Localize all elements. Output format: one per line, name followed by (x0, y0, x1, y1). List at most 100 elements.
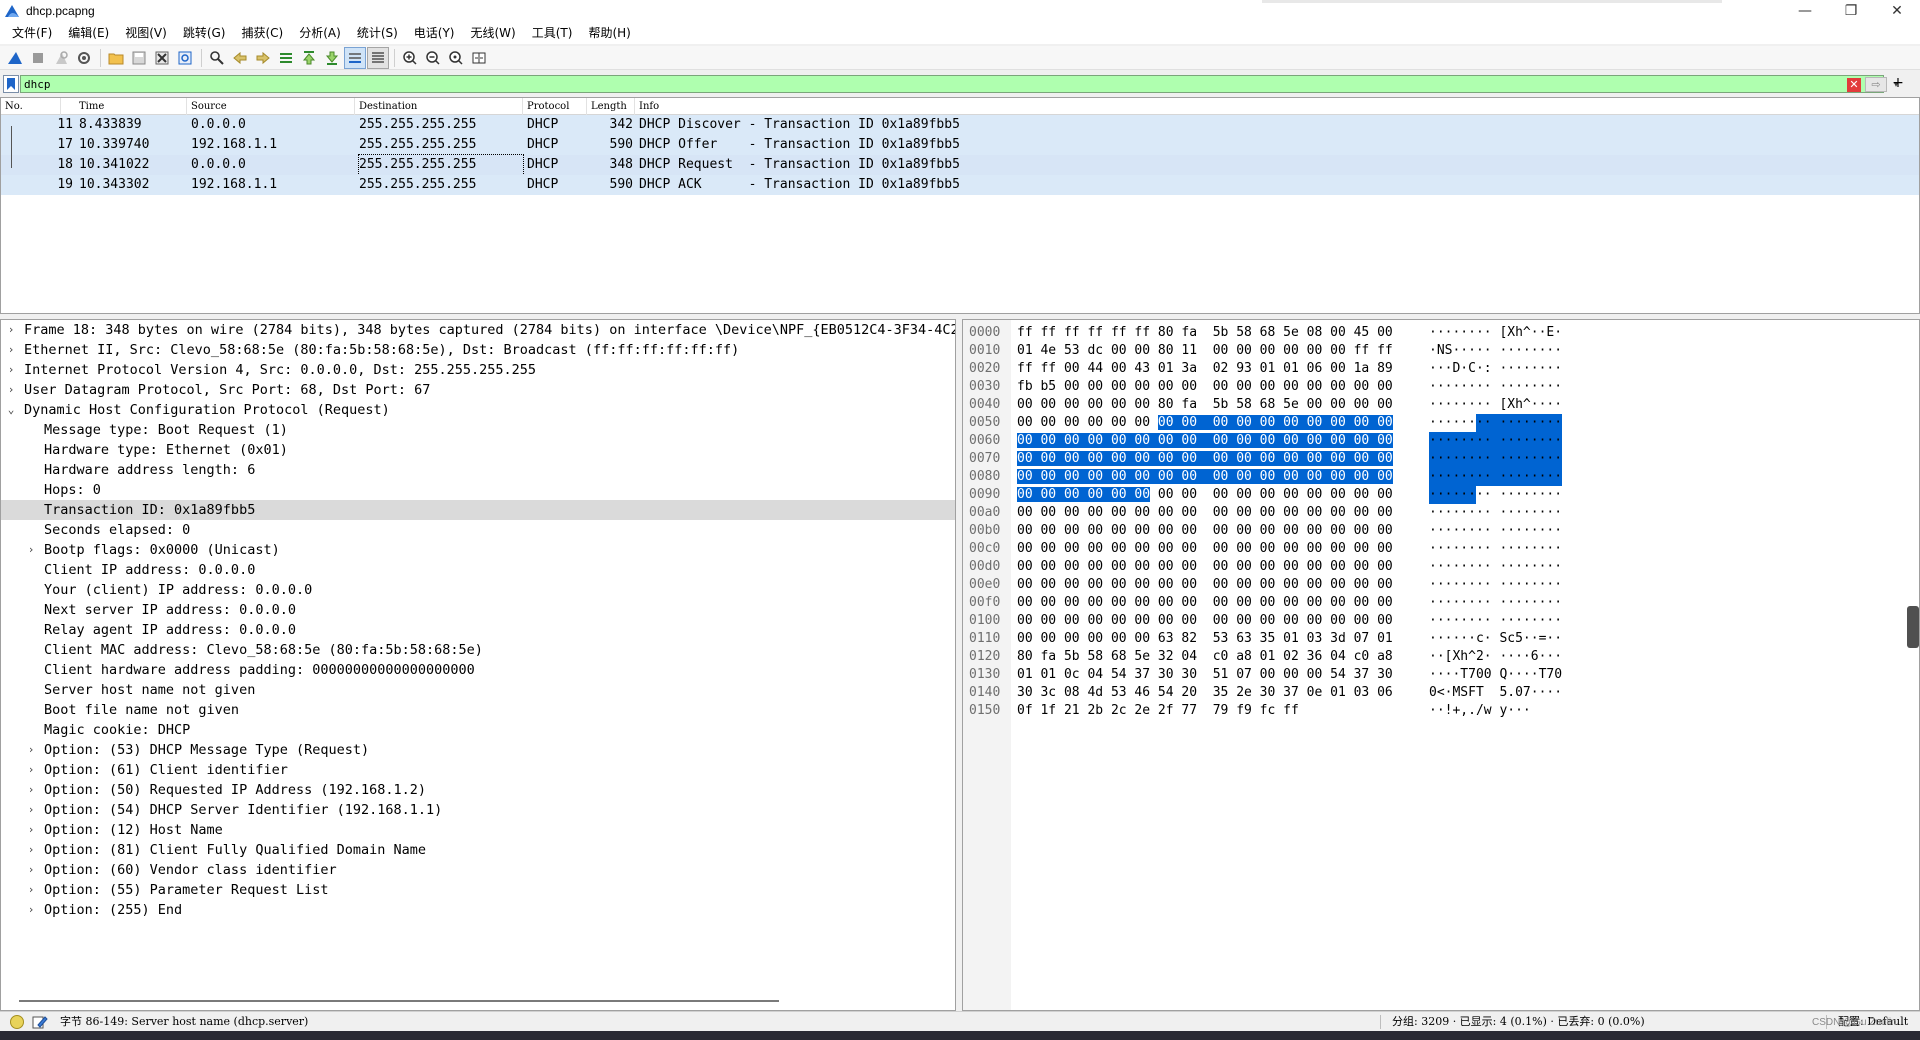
display-filter-input[interactable] (24, 77, 1824, 91)
shark-fin-start-icon[interactable] (4, 47, 26, 69)
detail-tree-item[interactable]: › Option: (55) Parameter Request List (1, 880, 955, 900)
detail-tree-item[interactable]: Transaction ID: 0x1a89fbb5 (1, 500, 955, 520)
menu-go[interactable]: 跳转(G) (175, 22, 234, 44)
go-first-icon[interactable] (298, 47, 320, 69)
expand-chevron-icon[interactable]: › (25, 880, 37, 900)
expand-chevron-icon[interactable]: › (25, 860, 37, 880)
packet-row[interactable]: 17 10.339740 192.168.1.1 255.255.255.255 DHC… (1, 135, 1919, 155)
packet-row[interactable]: 11 8.433839 0.0.0.0 255.255.255.255 DHCP 342 D… (1, 115, 1919, 135)
menu-statistics[interactable]: 统计(S) (349, 22, 406, 44)
column-header-time[interactable]: Time (75, 98, 187, 115)
close-window-button[interactable]: ✕ (1874, 0, 1920, 22)
bytes-scroll-handle[interactable] (1907, 606, 1919, 648)
expand-chevron-icon[interactable]: › (25, 820, 37, 840)
detail-tree-item[interactable]: Hardware address length: 6 (1, 460, 955, 480)
detail-tree-item[interactable]: Client IP address: 0.0.0.0 (1, 560, 955, 580)
detail-tree-item[interactable]: › Option: (54) DHCP Server Identifier (19… (1, 800, 955, 820)
apply-filter-icon[interactable]: ⇨ (1865, 77, 1887, 92)
packet-row[interactable]: 19 10.343302 192.168.1.1 255.255.255.255 DHC… (1, 175, 1919, 195)
detail-tree-item[interactable]: › Bootp flags: 0x0000 (Unicast) (1, 540, 955, 560)
detail-tree-item[interactable]: Hardware type: Ethernet (0x01) (1, 440, 955, 460)
close-file-icon[interactable] (151, 47, 173, 69)
find-icon[interactable] (206, 47, 228, 69)
column-header-destination[interactable]: Destination (355, 98, 523, 115)
zoom-normal-icon[interactable] (445, 47, 467, 69)
detail-tree-item[interactable]: › Option: (81) Client Fully Qualified Dom… (1, 840, 955, 860)
menu-help[interactable]: 帮助(H) (580, 22, 638, 44)
expand-chevron-icon[interactable]: › (5, 320, 17, 340)
detail-tree-item[interactable]: › Ethernet II, Src: Clevo_58:68:5e (80:fa… (1, 340, 955, 360)
go-forward-icon[interactable] (252, 47, 274, 69)
menu-wireless[interactable]: 无线(W) (463, 22, 524, 44)
taskbar-strip (0, 1031, 1920, 1040)
reload-icon[interactable] (174, 47, 196, 69)
go-to-packet-icon[interactable] (275, 47, 297, 69)
detail-tree-item[interactable]: Server host name not given (1, 680, 955, 700)
menu-tools[interactable]: 工具(T) (524, 22, 581, 44)
detail-tree-item[interactable]: › Option: (255) End (1, 900, 955, 920)
menu-view[interactable]: 视图(V) (117, 22, 175, 44)
detail-tree-item[interactable]: › Frame 18: 348 bytes on wire (2784 bits)… (1, 320, 955, 340)
collapse-chevron-icon[interactable]: ⌄ (5, 400, 17, 420)
go-back-icon[interactable] (229, 47, 251, 69)
column-header-length[interactable]: Length (587, 98, 635, 115)
detail-tree-item[interactable]: Seconds elapsed: 0 (1, 520, 955, 540)
minimize-button[interactable]: — (1782, 0, 1828, 22)
open-folder-icon[interactable] (105, 47, 127, 69)
detail-tree-item[interactable]: Hops: 0 (1, 480, 955, 500)
expand-chevron-icon[interactable]: › (25, 740, 37, 760)
go-last-icon[interactable] (321, 47, 343, 69)
detail-tree-item[interactable]: Your (client) IP address: 0.0.0.0 (1, 580, 955, 600)
detail-tree-item[interactable]: › Internet Protocol Version 4, Src: 0.0.0… (1, 360, 955, 380)
stop-icon[interactable] (27, 47, 49, 69)
restart-icon[interactable] (50, 47, 72, 69)
expand-chevron-icon[interactable]: › (25, 760, 37, 780)
column-header-no[interactable]: No. (1, 98, 61, 115)
zoom-in-icon[interactable] (399, 47, 421, 69)
menu-capture[interactable]: 捕获(C) (233, 22, 291, 44)
menu-telephony[interactable]: 电话(Y) (406, 22, 463, 44)
detail-tree-item[interactable]: › Option: (60) Vendor class identifier (1, 860, 955, 880)
expert-info-led-icon[interactable] (10, 1015, 24, 1029)
detail-tree-item[interactable]: › User Datagram Protocol, Src Port: 68, D… (1, 380, 955, 400)
expand-chevron-icon[interactable]: › (25, 840, 37, 860)
detail-tree-item[interactable]: Client hardware address padding: 0000000… (1, 660, 955, 680)
colorize-icon[interactable] (367, 46, 389, 69)
column-header-protocol[interactable]: Protocol (523, 98, 587, 115)
options-gear-icon[interactable] (73, 47, 95, 69)
expand-chevron-icon[interactable]: › (25, 540, 37, 560)
detail-tree-item[interactable]: › Option: (61) Client identifier (1, 760, 955, 780)
detail-tree-item[interactable]: Relay agent IP address: 0.0.0.0 (1, 620, 955, 640)
add-filter-button-icon[interactable]: + (1890, 75, 1906, 93)
detail-tree-item[interactable]: Message type: Boot Request (1) (1, 420, 955, 440)
details-horizontal-scrollbar[interactable] (19, 1000, 779, 1002)
detail-tree-item[interactable]: Magic cookie: DHCP (1, 720, 955, 740)
detail-tree-item[interactable]: Client MAC address: Clevo_58:68:5e (80:f… (1, 640, 955, 660)
expand-chevron-icon[interactable]: › (25, 780, 37, 800)
resize-columns-icon[interactable] (468, 47, 490, 69)
clear-filter-icon[interactable]: ✕ (1847, 78, 1861, 92)
packet-row[interactable]: 18 10.341022 0.0.0.0 255.255.255.255 DHCP 348… (1, 154, 1919, 176)
save-icon[interactable] (128, 47, 150, 69)
expand-chevron-icon[interactable]: › (25, 900, 37, 920)
capture-comment-pencil-icon[interactable] (32, 1014, 48, 1030)
filter-bookmark-icon[interactable] (3, 75, 19, 93)
detail-tree-item[interactable]: › Option: (53) DHCP Message Type (Request… (1, 740, 955, 760)
expand-chevron-icon[interactable]: › (5, 380, 17, 400)
detail-tree-item[interactable]: › Option: (12) Host Name (1, 820, 955, 840)
maximize-button[interactable]: ❐ (1828, 0, 1874, 22)
column-header-info[interactable]: Info (635, 98, 1919, 115)
detail-tree-item[interactable]: ⌄ Dynamic Host Configuration Protocol (Re… (1, 400, 955, 420)
menu-file[interactable]: 文件(F) (4, 22, 60, 44)
detail-tree-item[interactable]: Boot file name not given (1, 700, 955, 720)
expand-chevron-icon[interactable]: › (5, 340, 17, 360)
autoscroll-icon[interactable] (344, 46, 366, 69)
expand-chevron-icon[interactable]: › (25, 800, 37, 820)
expand-chevron-icon[interactable]: › (5, 360, 17, 380)
menu-edit[interactable]: 编辑(E) (60, 22, 117, 44)
column-header-source[interactable]: Source (187, 98, 355, 115)
zoom-out-icon[interactable] (422, 47, 444, 69)
detail-tree-item[interactable]: Next server IP address: 0.0.0.0 (1, 600, 955, 620)
detail-tree-item[interactable]: › Option: (50) Requested IP Address (192.… (1, 780, 955, 800)
menu-analyze[interactable]: 分析(A) (291, 22, 349, 44)
